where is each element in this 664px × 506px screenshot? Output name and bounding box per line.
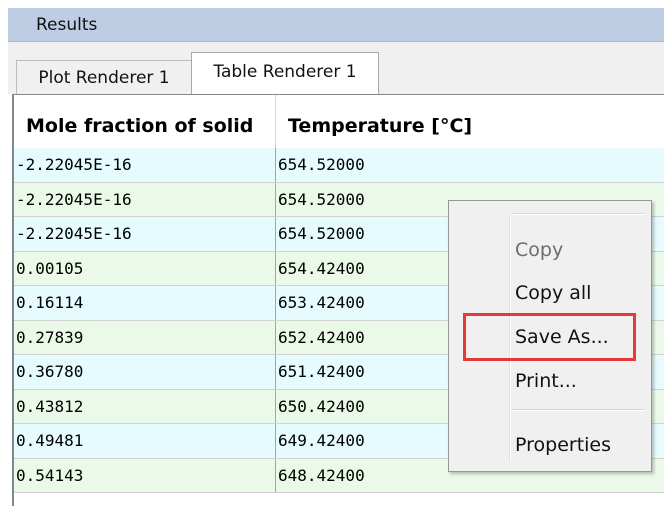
table-row[interactable]: -2.22045E-16 654.52000 bbox=[14, 148, 664, 183]
table-cell[interactable]: 654.52000 bbox=[276, 148, 664, 182]
menu-item-copy[interactable]: Copy bbox=[515, 236, 563, 264]
table-header: Mole fraction of solid Temperature [°C] bbox=[14, 95, 664, 149]
table-cell[interactable]: -2.22045E-16 bbox=[14, 148, 276, 182]
table-cell[interactable]: -2.22045E-16 bbox=[14, 182, 276, 216]
table-cell[interactable]: -2.22045E-16 bbox=[14, 217, 276, 251]
results-panel-header: Results bbox=[8, 8, 664, 42]
column-header-temperature[interactable]: Temperature [°C] bbox=[276, 95, 664, 148]
table-cell[interactable]: 0.36780 bbox=[14, 355, 276, 389]
panel-title: Results bbox=[36, 15, 98, 35]
tab-plot-renderer[interactable]: Plot Renderer 1 bbox=[16, 60, 192, 94]
column-header-mole-fraction[interactable]: Mole fraction of solid bbox=[14, 95, 276, 148]
tab-table-renderer[interactable]: Table Renderer 1 bbox=[191, 52, 379, 95]
renderer-tabbar: Plot Renderer 1 Table Renderer 1 bbox=[8, 42, 664, 95]
context-menu-separator bbox=[511, 213, 645, 215]
table-cell[interactable]: 0.49481 bbox=[14, 424, 276, 458]
table-cell[interactable]: 0.27839 bbox=[14, 320, 276, 354]
table-cell[interactable]: 0.00105 bbox=[14, 251, 276, 285]
table-cell[interactable]: 0.16114 bbox=[14, 286, 276, 320]
save-as-highlight-box bbox=[463, 313, 636, 361]
table-cell[interactable]: 0.54143 bbox=[14, 458, 276, 492]
context-menu-separator bbox=[511, 409, 645, 411]
menu-item-copy-all[interactable]: Copy all bbox=[515, 279, 591, 307]
table-cell[interactable]: 0.43812 bbox=[14, 389, 276, 423]
menu-item-properties[interactable]: Properties bbox=[515, 431, 611, 459]
menu-item-print[interactable]: Print... bbox=[515, 367, 577, 395]
